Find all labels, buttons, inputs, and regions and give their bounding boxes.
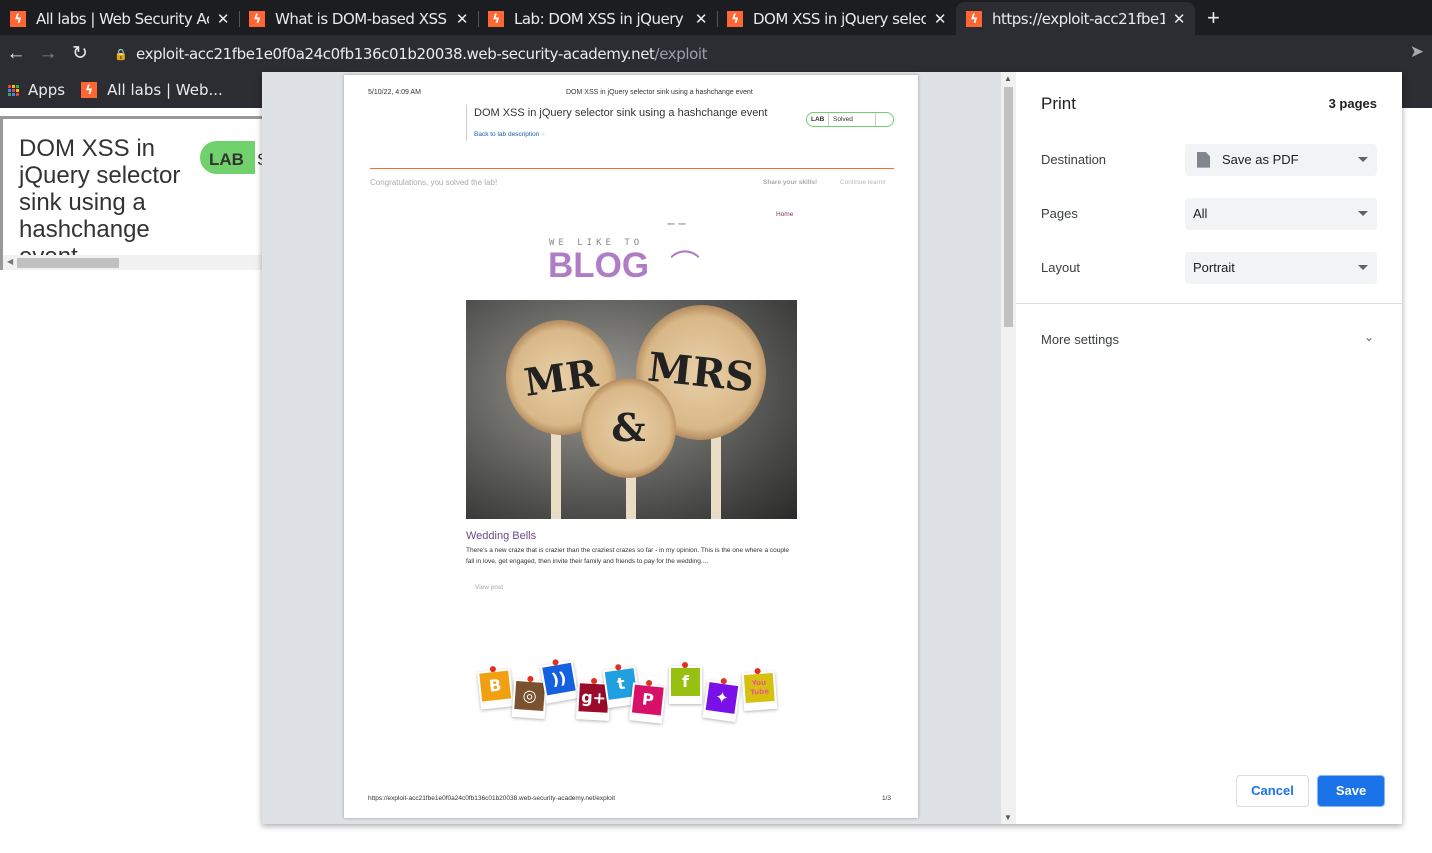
instagram-icon: ◎ bbox=[511, 678, 548, 720]
send-tab-icon[interactable]: ➤ bbox=[1410, 42, 1424, 62]
back-icon[interactable]: ← bbox=[0, 43, 32, 65]
home-link[interactable]: Home bbox=[776, 211, 793, 218]
close-tab-icon[interactable]: ✕ bbox=[695, 10, 708, 28]
address-bar[interactable]: 🔒 exploit-acc21fbe1e0f0a24c0fb136c01b200… bbox=[100, 39, 1392, 69]
share-skills-link[interactable]: Share your skills! bbox=[763, 179, 817, 186]
scroll-down-icon[interactable]: ▼ bbox=[1004, 813, 1012, 822]
print-preview: 5/10/22, 4:09 AM DOM XSS in jQuery selec… bbox=[262, 72, 1016, 824]
scroll-up-icon[interactable]: ▲ bbox=[1004, 74, 1012, 83]
twitter-icon: ✦ bbox=[702, 679, 741, 723]
scrollbar-thumb[interactable] bbox=[17, 258, 119, 268]
lab-title: DOM XSS in jQuery selector sink using a … bbox=[474, 107, 768, 119]
tab-lab-instance[interactable]: ϟDOM XSS in jQuery selector sink✕ bbox=[717, 2, 956, 35]
close-tab-icon[interactable]: ✕ bbox=[217, 10, 230, 28]
document-icon bbox=[1197, 151, 1210, 168]
dropdown-caret-icon bbox=[1358, 157, 1368, 162]
burp-favicon-icon: ϟ bbox=[966, 10, 982, 27]
post-title[interactable]: Wedding Bells bbox=[466, 530, 536, 542]
burp-favicon-icon: ϟ bbox=[488, 10, 504, 27]
burp-favicon-icon: ϟ bbox=[249, 10, 265, 27]
chevron-down-icon: ⌄ bbox=[1363, 330, 1374, 344]
rss-icon: )) bbox=[539, 660, 580, 704]
close-tab-icon[interactable]: ✕ bbox=[456, 10, 469, 28]
bookmark-all-labs[interactable]: ϟ All labs | Web... bbox=[81, 81, 223, 99]
view-post-link[interactable]: View post bbox=[475, 584, 503, 591]
tab-dom-xss-info[interactable]: ϟWhat is DOM-based XSS (cross-site scrip… bbox=[239, 2, 478, 35]
continue-learning-link[interactable]: Continue learnir bbox=[840, 179, 886, 186]
layout-select[interactable]: Portrait bbox=[1185, 252, 1377, 284]
cancel-button[interactable]: Cancel bbox=[1236, 775, 1309, 807]
background-page: DOM XSS in jQuery selector sink using a … bbox=[0, 116, 275, 270]
burp-favicon-icon: ϟ bbox=[727, 10, 743, 27]
pinterest-icon: P bbox=[629, 682, 666, 724]
burp-favicon-icon: ϟ bbox=[81, 82, 98, 98]
layout-row: Layout Portrait bbox=[1041, 252, 1377, 284]
print-footer-url: https://exploit-acc21fbe1e0f0a24c0fb136c… bbox=[368, 795, 616, 802]
congrats-text: Congratulations, you solved the lab! bbox=[370, 178, 498, 187]
print-settings-panel: Print 3 pages Destination Save as PDF Pa… bbox=[1016, 72, 1402, 824]
save-button[interactable]: Save bbox=[1317, 775, 1385, 807]
pages-select[interactable]: All bbox=[1185, 198, 1377, 230]
close-tab-icon[interactable]: ✕ bbox=[934, 10, 947, 28]
print-dialog: 5/10/22, 4:09 AM DOM XSS in jQuery selec… bbox=[262, 72, 1402, 824]
facebook-icon: f bbox=[669, 662, 702, 704]
blogger-icon: B bbox=[477, 668, 514, 710]
post-excerpt: There's a new craze that is crazier than… bbox=[466, 547, 790, 565]
blog-face-icon: ‾ ‾ ⌒ bbox=[668, 222, 700, 283]
tab-lab[interactable]: ϟLab: DOM XSS in jQuery selector sink✕ bbox=[478, 2, 717, 35]
print-header-title: DOM XSS in jQuery selector sink using a … bbox=[566, 89, 753, 96]
new-tab-button[interactable]: + bbox=[1207, 5, 1220, 31]
back-to-lab-link[interactable]: Back to lab description » bbox=[474, 131, 545, 138]
print-page-number: 1/3 bbox=[882, 795, 892, 802]
dropdown-caret-icon bbox=[1358, 211, 1368, 216]
scrollbar-thumb[interactable] bbox=[1004, 87, 1013, 327]
browser-toolbar: ← → ↻ 🔒 exploit-acc21fbe1e0f0a24c0fb136c… bbox=[0, 35, 1432, 72]
pages-row: Pages All bbox=[1041, 198, 1377, 230]
burp-favicon-icon: ϟ bbox=[10, 10, 26, 27]
preview-page: 5/10/22, 4:09 AM DOM XSS in jQuery selec… bbox=[344, 75, 918, 818]
lab-status-badge: LAB Solved bbox=[806, 112, 894, 127]
close-tab-icon[interactable]: ✕ bbox=[1173, 10, 1186, 28]
tab-all-labs[interactable]: ϟAll labs | Web Security Academy✕ bbox=[0, 2, 239, 35]
orange-divider bbox=[370, 168, 894, 169]
print-title: Print bbox=[1041, 94, 1076, 113]
reload-icon[interactable]: ↻ bbox=[64, 42, 96, 65]
lock-icon: 🔒 bbox=[114, 47, 128, 61]
scroll-left-icon[interactable]: ◀ bbox=[7, 257, 13, 266]
page-count: 3 pages bbox=[1328, 96, 1377, 111]
more-settings-toggle[interactable]: More settings ⌄ bbox=[1041, 330, 1377, 347]
destination-select[interactable]: Save as PDF bbox=[1185, 144, 1377, 176]
horizontal-scrollbar[interactable]: ◀ bbox=[3, 255, 262, 270]
dropdown-caret-icon bbox=[1358, 265, 1368, 270]
tab-exploit[interactable]: ϟhttps://exploit-acc21fbe1e0f0a24c0fb136… bbox=[956, 2, 1195, 35]
preview-scrollbar[interactable]: ▲ ▼ bbox=[1001, 72, 1016, 824]
apps-grid-icon bbox=[8, 84, 19, 96]
wedding-photo: MR MRS & bbox=[466, 300, 797, 519]
forward-icon[interactable]: → bbox=[32, 43, 64, 65]
destination-row: Destination Save as PDF bbox=[1041, 144, 1377, 176]
tab-strip: ϟAll labs | Web Security Academy✕ ϟWhat … bbox=[0, 0, 1432, 35]
print-date: 5/10/22, 4:09 AM bbox=[368, 89, 421, 96]
lab-heading: DOM XSS in jQuery selector sink using a … bbox=[19, 135, 181, 270]
bookmark-apps[interactable]: Apps bbox=[8, 81, 65, 99]
settings-divider bbox=[1016, 303, 1402, 304]
lab-status-badge: SLAB bbox=[200, 141, 275, 174]
youtube-icon: You Tube bbox=[741, 670, 778, 712]
